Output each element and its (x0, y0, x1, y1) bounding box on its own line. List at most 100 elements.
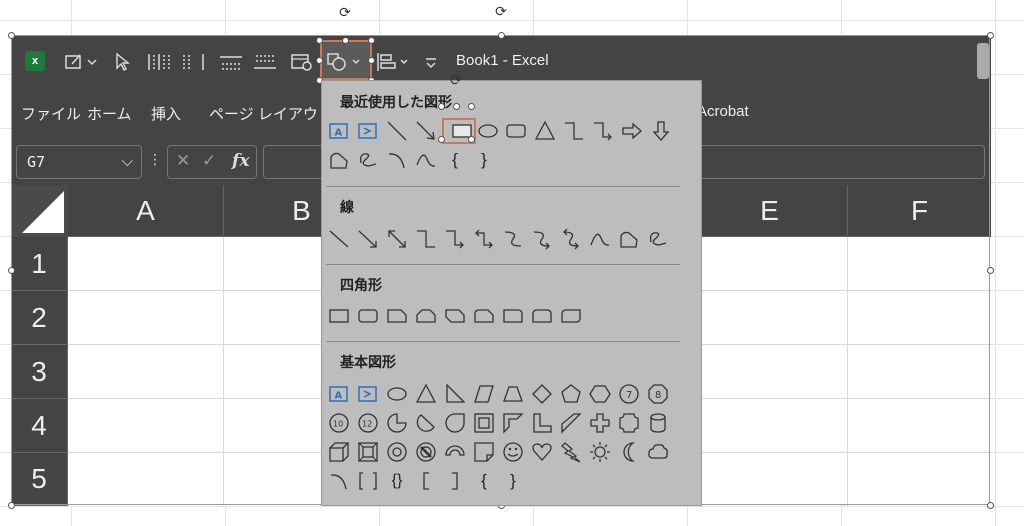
snip-round-rectangle-icon[interactable] (473, 305, 495, 327)
left-bracket-icon[interactable] (415, 470, 437, 492)
select-pointer-icon[interactable] (112, 51, 132, 73)
moon-icon[interactable] (618, 441, 640, 463)
hexagon-icon[interactable] (589, 383, 611, 405)
no-symbol-icon[interactable] (415, 441, 437, 463)
rectangle-icon[interactable] (328, 305, 350, 327)
sun-icon[interactable] (589, 441, 611, 463)
resize-handle-top[interactable] (498, 32, 505, 39)
rotate-handle-icon[interactable]: ⟳ (338, 6, 352, 20)
curve-icon[interactable] (415, 149, 437, 171)
elbow-connector-icon[interactable] (415, 228, 437, 250)
column-header-e[interactable]: E (692, 185, 848, 237)
column-header-a[interactable]: A (68, 185, 224, 237)
name-box[interactable]: G7 ⌵ (16, 145, 142, 179)
tab-acrobat[interactable]: Acrobat (697, 103, 749, 120)
smiley-face-icon[interactable] (502, 441, 524, 463)
textbox-horizontal-icon[interactable]: A (328, 120, 350, 142)
heart-icon[interactable] (531, 441, 553, 463)
resize-handle[interactable] (438, 103, 445, 110)
align-icon[interactable] (375, 51, 411, 73)
triangle-icon[interactable] (415, 383, 437, 405)
row-header-2[interactable]: 2 (11, 291, 68, 345)
textbox-horizontal-icon[interactable]: A (328, 383, 350, 405)
round-same-side-rectangle-icon[interactable] (531, 305, 553, 327)
block-arc-icon[interactable] (444, 441, 466, 463)
freeform-shape-icon[interactable] (618, 228, 640, 250)
textbox-vertical-icon[interactable] (357, 383, 379, 405)
tab-file[interactable]: ファイル (21, 103, 81, 124)
row-header-1[interactable]: 1 (11, 237, 68, 291)
teardrop-icon[interactable] (444, 412, 466, 434)
resize-handle[interactable] (453, 103, 460, 110)
frame-icon[interactable] (473, 412, 495, 434)
double-brace-icon[interactable]: {} (386, 470, 408, 492)
cube-icon[interactable] (328, 441, 350, 463)
cancel-icon[interactable]: ✕ (176, 151, 190, 171)
customize-icon[interactable] (423, 51, 439, 73)
freeform-shape-icon[interactable] (328, 149, 350, 171)
trapezoid-icon[interactable] (502, 383, 524, 405)
elbow-arrow-connector-icon[interactable] (592, 120, 614, 142)
resize-handle-right[interactable] (987, 267, 994, 274)
left-brace-icon[interactable]: { (473, 470, 495, 492)
row-header-5[interactable]: 5 (11, 453, 68, 506)
curved-arrow-connector-icon[interactable] (531, 228, 553, 250)
diagonal-stripe-icon[interactable] (560, 412, 582, 434)
insert-function-icon[interactable]: fx (232, 151, 249, 171)
scribble-icon[interactable] (647, 228, 669, 250)
double-arrow-line-icon[interactable] (386, 228, 408, 250)
elbow-double-arrow-connector-icon[interactable] (473, 228, 495, 250)
plaque-icon[interactable] (618, 412, 640, 434)
align-top-icon[interactable] (218, 51, 244, 73)
elbow-connector-icon[interactable] (563, 120, 585, 142)
right-arrow-icon[interactable] (621, 120, 643, 142)
resize-handle-left[interactable] (8, 267, 15, 274)
rotate-handle-icon[interactable]: ⟳ (494, 5, 508, 19)
oval-icon[interactable] (386, 383, 408, 405)
rounded-rectangle-icon[interactable] (357, 305, 379, 327)
line-icon[interactable] (386, 120, 408, 142)
tab-home[interactable]: ホーム (87, 103, 132, 124)
window-scrollbar[interactable] (977, 43, 989, 79)
resize-handle[interactable] (316, 37, 323, 44)
elbow-arrow-connector-icon[interactable] (444, 228, 466, 250)
align-middle-icon[interactable] (252, 51, 278, 73)
cloud-icon[interactable] (647, 441, 669, 463)
row-header-3[interactable]: 3 (11, 345, 68, 399)
resize-handle[interactable] (368, 57, 375, 64)
curved-double-arrow-connector-icon[interactable] (560, 228, 582, 250)
rotate-handle-icon[interactable]: ⟳ (449, 74, 463, 88)
resize-handle-br[interactable] (987, 502, 994, 509)
donut-icon[interactable] (386, 441, 408, 463)
arc-icon[interactable] (386, 149, 408, 171)
resize-handle-bl[interactable] (8, 502, 15, 509)
round-diagonal-rectangle-icon[interactable] (560, 305, 582, 327)
resize-handle-tr[interactable] (987, 32, 994, 39)
enter-icon[interactable]: ✓ (202, 151, 216, 171)
double-bracket-icon[interactable] (357, 470, 379, 492)
right-triangle-icon[interactable] (444, 383, 466, 405)
edit-icon[interactable] (63, 51, 99, 73)
resize-handle[interactable] (438, 136, 445, 143)
resize-handle[interactable] (368, 37, 375, 44)
snip-corner-rectangle-icon[interactable] (386, 305, 408, 327)
resize-handle[interactable] (342, 37, 349, 44)
left-brace-icon[interactable]: { (444, 149, 466, 171)
line-icon[interactable] (328, 228, 350, 250)
row-header-4[interactable]: 4 (11, 399, 68, 453)
arrow-line-icon[interactable] (357, 228, 379, 250)
curved-connector-icon[interactable] (502, 228, 524, 250)
chord-icon[interactable] (415, 412, 437, 434)
bevel-icon[interactable] (357, 441, 379, 463)
tab-page-layout[interactable]: ページ レイアウト (209, 103, 333, 124)
column-header-f[interactable]: F (848, 185, 991, 237)
parallelogram-icon[interactable] (473, 383, 495, 405)
resize-handle-tl[interactable] (8, 32, 15, 39)
right-brace-icon[interactable]: } (502, 470, 524, 492)
arc-icon[interactable] (328, 470, 350, 492)
dodecagon-icon[interactable]: 12 (357, 412, 379, 434)
resize-handle[interactable] (468, 103, 475, 110)
distribute-vertical-icon[interactable] (146, 51, 172, 73)
lightning-bolt-icon[interactable] (560, 441, 582, 463)
can-icon[interactable] (647, 412, 669, 434)
